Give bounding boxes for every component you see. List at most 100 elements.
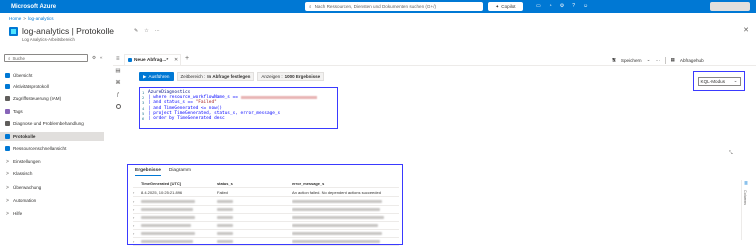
tab-new-query[interactable]: Neue Abfrag...* ✕	[124, 54, 181, 65]
run-label: Ausführen	[148, 74, 170, 79]
redacted-cell	[217, 200, 233, 204]
table-cell	[141, 207, 217, 212]
sidebar-item-aktivitätsprotokoll[interactable]: Aktivitätsprotokoll	[0, 82, 104, 91]
table-cell	[141, 231, 217, 236]
sidebar-item-klassisch[interactable]: > Klassisch	[0, 169, 104, 178]
save-button[interactable]: Speichern	[621, 58, 642, 63]
menu-search-placeholder: Suche	[12, 55, 25, 61]
column-header[interactable]: error_message_s	[292, 181, 399, 187]
query-toolbar: ▶ Ausführen Zeitbereich : In Abfrage fes…	[139, 72, 325, 81]
show-results-button[interactable]: Anzeigen : 1000 Ergebnisse	[257, 72, 325, 81]
redacted-cell	[292, 200, 382, 204]
menu-toggle-icon[interactable]: ≡	[116, 56, 120, 62]
expand-row-icon[interactable]: ›	[133, 199, 141, 204]
expand-row-icon[interactable]: ›	[133, 231, 141, 236]
pin-icon[interactable]: ✎	[134, 28, 138, 34]
expand-row-icon[interactable]: ›	[133, 223, 141, 228]
redacted-cell	[141, 216, 195, 220]
expand-row-icon[interactable]: ›	[133, 215, 141, 220]
sidebar-item-label: Überwachung	[13, 185, 42, 190]
collapse-menu-icon[interactable]: «	[100, 55, 103, 61]
sidebar-item-zugriffssteuerung-iam-[interactable]: Zugriffssteuerung (IAM)	[0, 94, 104, 103]
menu-item-icon	[5, 96, 10, 101]
sidebar-item-label: Protokolle	[13, 134, 36, 139]
columns-side-panel[interactable]: ▥	[741, 180, 748, 240]
queries-icon[interactable]: ⌘	[115, 80, 121, 86]
table-row[interactable]: ›	[133, 222, 399, 230]
cloud-shell-icon[interactable]: ▭	[536, 3, 541, 9]
help-icon[interactable]: ?	[572, 3, 575, 9]
time-range-button[interactable]: Zeitbereich : In Abfrage festlegen	[176, 72, 255, 81]
columns-icon[interactable]: ▥	[743, 180, 749, 185]
expand-row-icon[interactable]: ›	[133, 207, 141, 212]
chevron-down-icon[interactable]: ⌄	[647, 57, 651, 63]
column-header[interactable]: status_s	[217, 181, 292, 187]
query-tab-icon	[128, 58, 132, 62]
run-button[interactable]: ▶ Ausführen	[139, 72, 174, 81]
tab-chart[interactable]: Diagramm	[169, 168, 191, 176]
query-editor[interactable]: 1 AzureDiagnostics 2 | where resource_wo…	[139, 87, 338, 129]
column-header[interactable]: TimeGenerated [UTC]	[141, 181, 217, 187]
save-icon: 🖫	[612, 57, 616, 62]
brand-label[interactable]: Microsoft Azure	[11, 4, 56, 10]
close-tab-icon[interactable]: ✕	[174, 58, 178, 63]
sidebar-item-ressourcenschnellansicht[interactable]: Ressourcenschnellansicht	[0, 144, 104, 153]
close-icon[interactable]: ✕	[743, 26, 749, 34]
collapse-editor-icon[interactable]: ⤡	[729, 150, 733, 155]
chevron-right-icon[interactable]: >	[5, 159, 10, 165]
copilot-button[interactable]: ✦ Copilot	[488, 2, 523, 11]
azure-top-bar: Microsoft Azure ⌕ Nach Ressourcen, Diens…	[0, 0, 756, 13]
history-icon[interactable]	[115, 104, 121, 109]
results-tabs: Ergebnisse Diagramm	[135, 168, 191, 176]
results-panel: Ergebnisse Diagramm TimeGenerated [UTC] …	[127, 164, 403, 246]
global-search-input[interactable]: ⌕ Nach Ressourcen, Diensten und Dokument…	[305, 2, 483, 11]
chevron-right-icon[interactable]: >	[5, 211, 10, 217]
gear-icon[interactable]: ⚙	[560, 3, 564, 9]
results-table-header: TimeGenerated [UTC] status_s error_messa…	[133, 181, 399, 188]
table-row[interactable]: ›	[133, 238, 399, 246]
breadcrumb-home[interactable]: Home	[9, 16, 21, 21]
table-row[interactable]: ›	[133, 214, 399, 222]
tab-results[interactable]: Ergebnisse	[135, 168, 161, 176]
breadcrumb: Home > log-analytics	[9, 16, 54, 21]
more-icon[interactable]: ···	[155, 28, 160, 34]
table-row[interactable]: ›	[133, 198, 399, 206]
sidebar-item-label: Einstellungen	[13, 159, 41, 164]
time-range-prefix: Zeitbereich :	[180, 74, 206, 79]
columns-label[interactable]: Columns	[743, 190, 747, 205]
chevron-right-icon[interactable]: >	[5, 198, 10, 204]
account-menu[interactable]	[710, 2, 750, 11]
table-cell	[292, 199, 399, 204]
expand-row-icon[interactable]: ›	[133, 239, 141, 244]
settings-icon[interactable]: ⚙	[92, 55, 96, 61]
more-actions-button[interactable]: ···	[655, 58, 660, 63]
breadcrumb-resource[interactable]: log-analytics	[28, 16, 54, 21]
add-tab-button[interactable]: +	[185, 55, 189, 62]
sidebar-item-protokolle[interactable]: Protokolle	[0, 132, 104, 141]
expand-row-icon[interactable]: ›	[133, 190, 141, 195]
table-row[interactable]: ›	[133, 206, 399, 214]
breadcrumb-separator: >	[23, 16, 26, 21]
sidebar-item-einstellungen[interactable]: > Einstellungen	[0, 157, 104, 166]
search-icon: ⌕	[309, 4, 312, 9]
sidebar-item-automation[interactable]: > Automation	[0, 196, 104, 205]
table-row[interactable]: › 8.4.2025, 10:25:21.896 Failed An actio…	[133, 189, 399, 197]
sidebar-item-tags[interactable]: Tags	[0, 107, 104, 116]
query-hub-button[interactable]: Abfragehub	[680, 58, 704, 63]
functions-icon[interactable]: ƒ	[116, 92, 119, 98]
sidebar-item-überwachung[interactable]: > Überwachung	[0, 183, 104, 192]
menu-search-input[interactable]: ⌕ Suche	[4, 54, 88, 62]
sidebar-item-hilfe[interactable]: > Hilfe	[0, 209, 104, 218]
chevron-right-icon[interactable]: >	[5, 171, 10, 177]
kql-mode-dropdown[interactable]: KQL-Modus ⌄	[697, 76, 741, 86]
favorite-star-icon[interactable]: ☆	[144, 28, 148, 34]
tables-icon[interactable]: ▤	[115, 68, 120, 74]
bell-icon[interactable]: ◔	[549, 3, 552, 9]
chevron-right-icon[interactable]: >	[5, 185, 10, 191]
feedback-icon[interactable]: ☺	[583, 3, 588, 9]
sidebar-item-übersicht[interactable]: Übersicht	[0, 71, 104, 80]
table-row[interactable]: ›	[133, 230, 399, 238]
kql-mode-highlight: KQL-Modus ⌄	[693, 71, 745, 91]
sidebar-item-diagnose-und-problembehandlung[interactable]: Diagnose und Problembehandlung	[0, 119, 104, 128]
menu-controls: ⚙ «	[92, 55, 103, 61]
